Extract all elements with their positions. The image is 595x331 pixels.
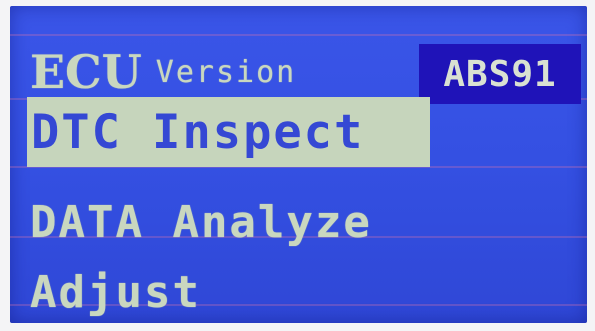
module-version-badge: ABS91 [419,44,581,104]
menu-item-ecu-version[interactable]: ECU Version [30,44,296,100]
lcd-row-line [10,34,587,36]
menu-item-label: DTC Inspect [31,104,365,160]
ecu-label: ECU [30,45,142,99]
menu-item-adjust[interactable]: Adjust [30,264,201,320]
lcd-screen: ECU Version ABS91 DTC Inspect DATA Analy… [10,6,587,323]
version-label: Version [155,54,297,90]
menu-item-label: Adjust [30,266,201,318]
menu-item-label: DATA Analyze [30,196,372,248]
menu-item-data-analyze[interactable]: DATA Analyze [30,194,372,250]
menu-item-dtc-inspect[interactable]: DTC Inspect [27,97,430,167]
